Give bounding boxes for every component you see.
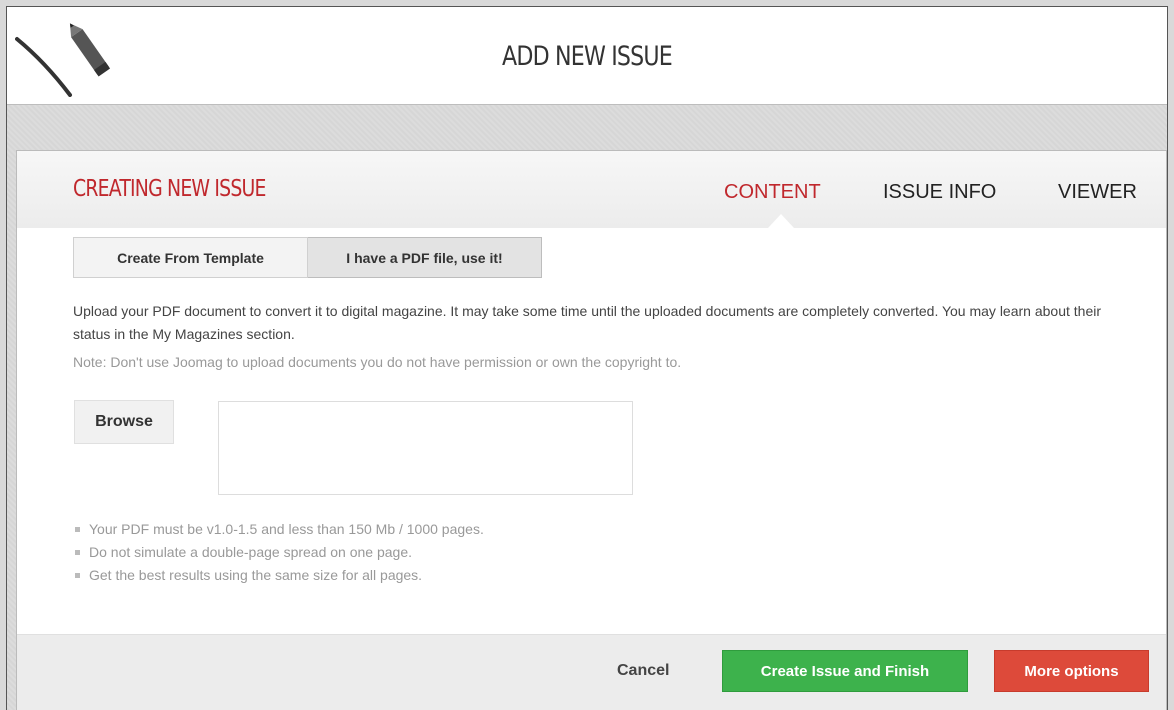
tab-viewer[interactable]: VIEWER	[1058, 181, 1137, 204]
bullet-icon	[75, 527, 80, 532]
tab-issue-info[interactable]: ISSUE INFO	[883, 181, 996, 204]
copyright-note: Note: Don't use Joomag to upload documen…	[73, 354, 682, 370]
file-upload-area[interactable]	[218, 401, 633, 495]
page-title: ADD NEW ISSUE	[502, 41, 673, 72]
bullet-icon	[75, 573, 80, 578]
bullet-icon	[75, 550, 80, 555]
use-pdf-button[interactable]: I have a PDF file, use it!	[308, 237, 542, 278]
rule-text: Do not simulate a double-page spread on …	[89, 544, 413, 560]
list-item: Your PDF must be v1.0-1.5 and less than …	[73, 518, 484, 541]
list-item: Get the best results using the same size…	[73, 564, 484, 587]
create-issue-panel: CREATING NEW ISSUE CONTENT ISSUE INFO VI…	[16, 150, 1167, 710]
panel-title: CREATING NEW ISSUE	[73, 176, 266, 202]
more-options-button[interactable]: More options	[994, 650, 1149, 692]
source-toggle: Create From Template I have a PDF file, …	[73, 237, 542, 278]
panel-header: CREATING NEW ISSUE CONTENT ISSUE INFO VI…	[17, 151, 1166, 228]
list-item: Do not simulate a double-page spread on …	[73, 541, 484, 564]
upload-rules-list: Your PDF must be v1.0-1.5 and less than …	[73, 518, 484, 587]
tab-content[interactable]: CONTENT	[724, 181, 821, 204]
upload-description: Upload your PDF document to convert it t…	[73, 303, 1102, 342]
create-from-template-button[interactable]: Create From Template	[73, 237, 308, 278]
cancel-button[interactable]: Cancel	[617, 662, 669, 680]
browse-button[interactable]: Browse	[74, 400, 174, 444]
page-header: ADD NEW ISSUE	[7, 7, 1167, 105]
rule-text: Get the best results using the same size…	[89, 567, 423, 583]
active-tab-indicator	[768, 214, 794, 228]
app-window: ADD NEW ISSUE CREATING NEW ISSUE CONTENT…	[6, 6, 1168, 710]
rule-text: Your PDF must be v1.0-1.5 and less than …	[89, 521, 484, 537]
pencil-icon	[15, 23, 111, 97]
panel-footer: Cancel Create Issue and Finish More opti…	[17, 634, 1166, 710]
create-issue-button[interactable]: Create Issue and Finish	[722, 650, 968, 692]
